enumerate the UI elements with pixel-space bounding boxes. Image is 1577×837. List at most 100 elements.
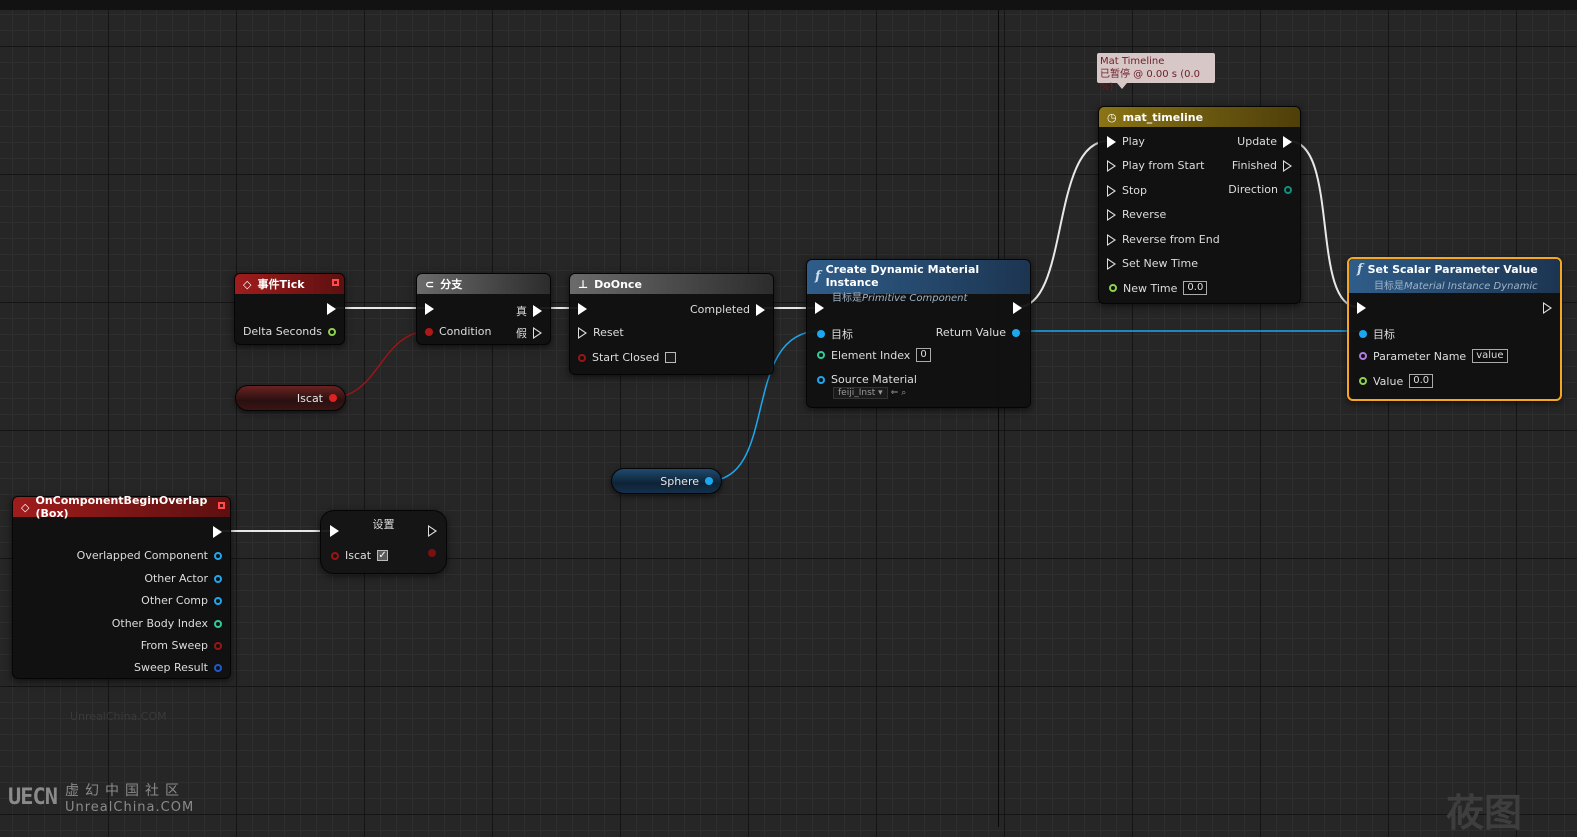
int-pin[interactable] — [214, 619, 222, 628]
object-pin[interactable] — [705, 477, 713, 485]
pin-label: Iscat — [345, 549, 372, 562]
set-scalar-parameter-value-node[interactable]: f Set Scalar Parameter Value 目标是Material… — [1347, 257, 1562, 401]
exec-out-pin[interactable] — [327, 303, 336, 315]
direction-row: Direction — [1228, 183, 1292, 196]
corner-watermark: 莜图 — [1446, 791, 1523, 835]
exec-update-pin[interactable] — [1283, 135, 1292, 148]
use-selected-icon[interactable]: ⇐ — [891, 388, 899, 398]
logo-mark: UECN — [8, 785, 58, 810]
exec-reset-pin[interactable] — [578, 326, 587, 339]
exec-out-pin[interactable] — [1013, 302, 1022, 314]
pin-label: 真 — [516, 305, 527, 318]
create-dynamic-material-instance-node[interactable]: f Create Dynamic Material Instance 目标是Pr… — [806, 259, 1031, 408]
pin-label: Finished — [1231, 159, 1277, 172]
enum-pin[interactable] — [1284, 185, 1292, 194]
start-closed-row: Start Closed — [578, 351, 677, 364]
exec-in-pin[interactable] — [578, 303, 587, 315]
value-input[interactable]: 0.0 — [1409, 374, 1434, 388]
object-pin[interactable] — [1012, 328, 1020, 337]
iscat-getter-node[interactable]: Iscat — [235, 385, 346, 411]
timeline-node[interactable]: ◷ mat_timeline Play Play from Start Stop… — [1098, 106, 1301, 304]
object-pin[interactable] — [214, 551, 222, 560]
clock-icon: ◷ — [1107, 110, 1117, 124]
other-comp-row: Other Comp — [141, 594, 222, 607]
bool-pin[interactable] — [425, 327, 433, 336]
var-label: Sphere — [660, 474, 699, 488]
pin-label: Other Actor — [144, 572, 208, 585]
set-iscat-node[interactable]: 设置 Iscat ✓ — [320, 510, 447, 574]
float-pin[interactable] — [1109, 284, 1117, 292]
delta-seconds-row: Delta Seconds — [243, 325, 336, 338]
object-pin[interactable] — [817, 330, 825, 338]
bool-pin[interactable] — [578, 353, 586, 362]
exec-out-pin[interactable] — [213, 526, 222, 538]
subtitle-target: Material Instance Dynamic — [1404, 281, 1538, 292]
float-pin[interactable] — [1359, 377, 1367, 385]
browse-icon[interactable]: ⌕ — [901, 388, 906, 398]
node-title: OnComponentBeginOverlap (Box) — [35, 494, 208, 520]
exec-in-pin[interactable] — [1107, 159, 1116, 172]
delegate-pin-icon[interactable] — [218, 502, 225, 509]
name-pin[interactable] — [1359, 352, 1367, 360]
event-tick-node[interactable]: ◇ 事件Tick Delta Seconds — [234, 273, 345, 345]
exec-in-pin[interactable] — [1107, 135, 1116, 148]
bubble-line-1: Mat Timeline — [1100, 56, 1165, 67]
float-pin[interactable] — [328, 327, 336, 336]
exec-completed-pin[interactable] — [756, 303, 765, 316]
node-title: 设置 — [372, 518, 395, 531]
true-row: 真 — [516, 303, 542, 319]
exec-wire-create-timeline — [1017, 140, 1109, 308]
start-closed-checkbox[interactable] — [665, 352, 677, 363]
doonce-node[interactable]: ⊥ DoOnce Completed Reset Start Closed — [569, 273, 774, 375]
exec-finished-pin[interactable] — [1283, 159, 1292, 172]
source-material-row: Source Material — [817, 373, 917, 386]
object-pin[interactable] — [214, 574, 222, 583]
bool-pin[interactable] — [214, 641, 222, 650]
reset-row: Reset — [578, 326, 624, 339]
object-pin[interactable] — [1359, 330, 1367, 338]
node-title: DoOnce — [594, 277, 642, 291]
delegate-pin-icon[interactable] — [332, 279, 339, 286]
source-material-picker[interactable]: feiji_Inst ▾ ⇐ ⌕ — [833, 387, 906, 399]
bool-pin[interactable] — [331, 551, 339, 560]
exec-in-pin[interactable] — [1107, 257, 1116, 270]
pin-label: Condition — [439, 325, 492, 338]
on-component-begin-overlap-node[interactable]: ◇ OnComponentBeginOverlap (Box) Overlapp… — [12, 494, 231, 679]
bool-out-pin[interactable] — [428, 549, 436, 557]
overlapped-component-row: Overlapped Component — [77, 549, 222, 562]
sweep-result-row: Sweep Result — [134, 661, 222, 674]
int-pin[interactable] — [817, 351, 825, 359]
exec-in-pin[interactable] — [1357, 302, 1366, 314]
branch-node[interactable]: ⊂ 分支 真 Condition 假 — [416, 273, 551, 345]
sphere-getter-node[interactable]: Sphere — [611, 468, 722, 494]
exec-in-pin[interactable] — [815, 302, 824, 314]
exec-in-pin[interactable] — [1107, 208, 1116, 221]
exec-out-pin[interactable] — [428, 525, 437, 537]
iscat-checkbox[interactable]: ✓ — [377, 550, 389, 561]
exec-in-row — [1357, 302, 1366, 314]
pin-label: Direction — [1228, 183, 1278, 196]
iscat-row: Iscat ✓ — [331, 549, 389, 562]
exec-true-pin[interactable] — [533, 305, 542, 317]
reverse-row: Reverse — [1107, 208, 1166, 221]
exec-in-pin[interactable] — [330, 525, 339, 537]
other-actor-row: Other Actor — [144, 572, 222, 585]
exec-in-pin[interactable] — [425, 303, 434, 315]
asset-combo[interactable]: feiji_Inst ▾ — [833, 387, 888, 399]
exec-false-pin[interactable] — [533, 327, 542, 339]
element-index-input[interactable]: 0 — [916, 348, 931, 362]
bool-pin[interactable] — [329, 394, 337, 402]
exec-out-pin[interactable] — [1543, 302, 1552, 314]
exec-in-pin[interactable] — [1107, 233, 1116, 246]
struct-pin[interactable] — [214, 663, 222, 672]
parameter-name-input[interactable]: value — [1472, 349, 1508, 363]
object-pin[interactable] — [214, 596, 222, 605]
target-row: 目标 — [817, 326, 853, 342]
pin-label: Play — [1122, 135, 1145, 148]
pin-label: Sweep Result — [134, 661, 208, 674]
object-pin[interactable] — [817, 375, 825, 384]
new-time-input[interactable]: 0.0 — [1183, 281, 1208, 295]
exec-in-pin[interactable] — [1107, 184, 1116, 197]
event-diamond-icon: ◇ — [21, 500, 30, 514]
exec-in-row — [815, 302, 824, 314]
